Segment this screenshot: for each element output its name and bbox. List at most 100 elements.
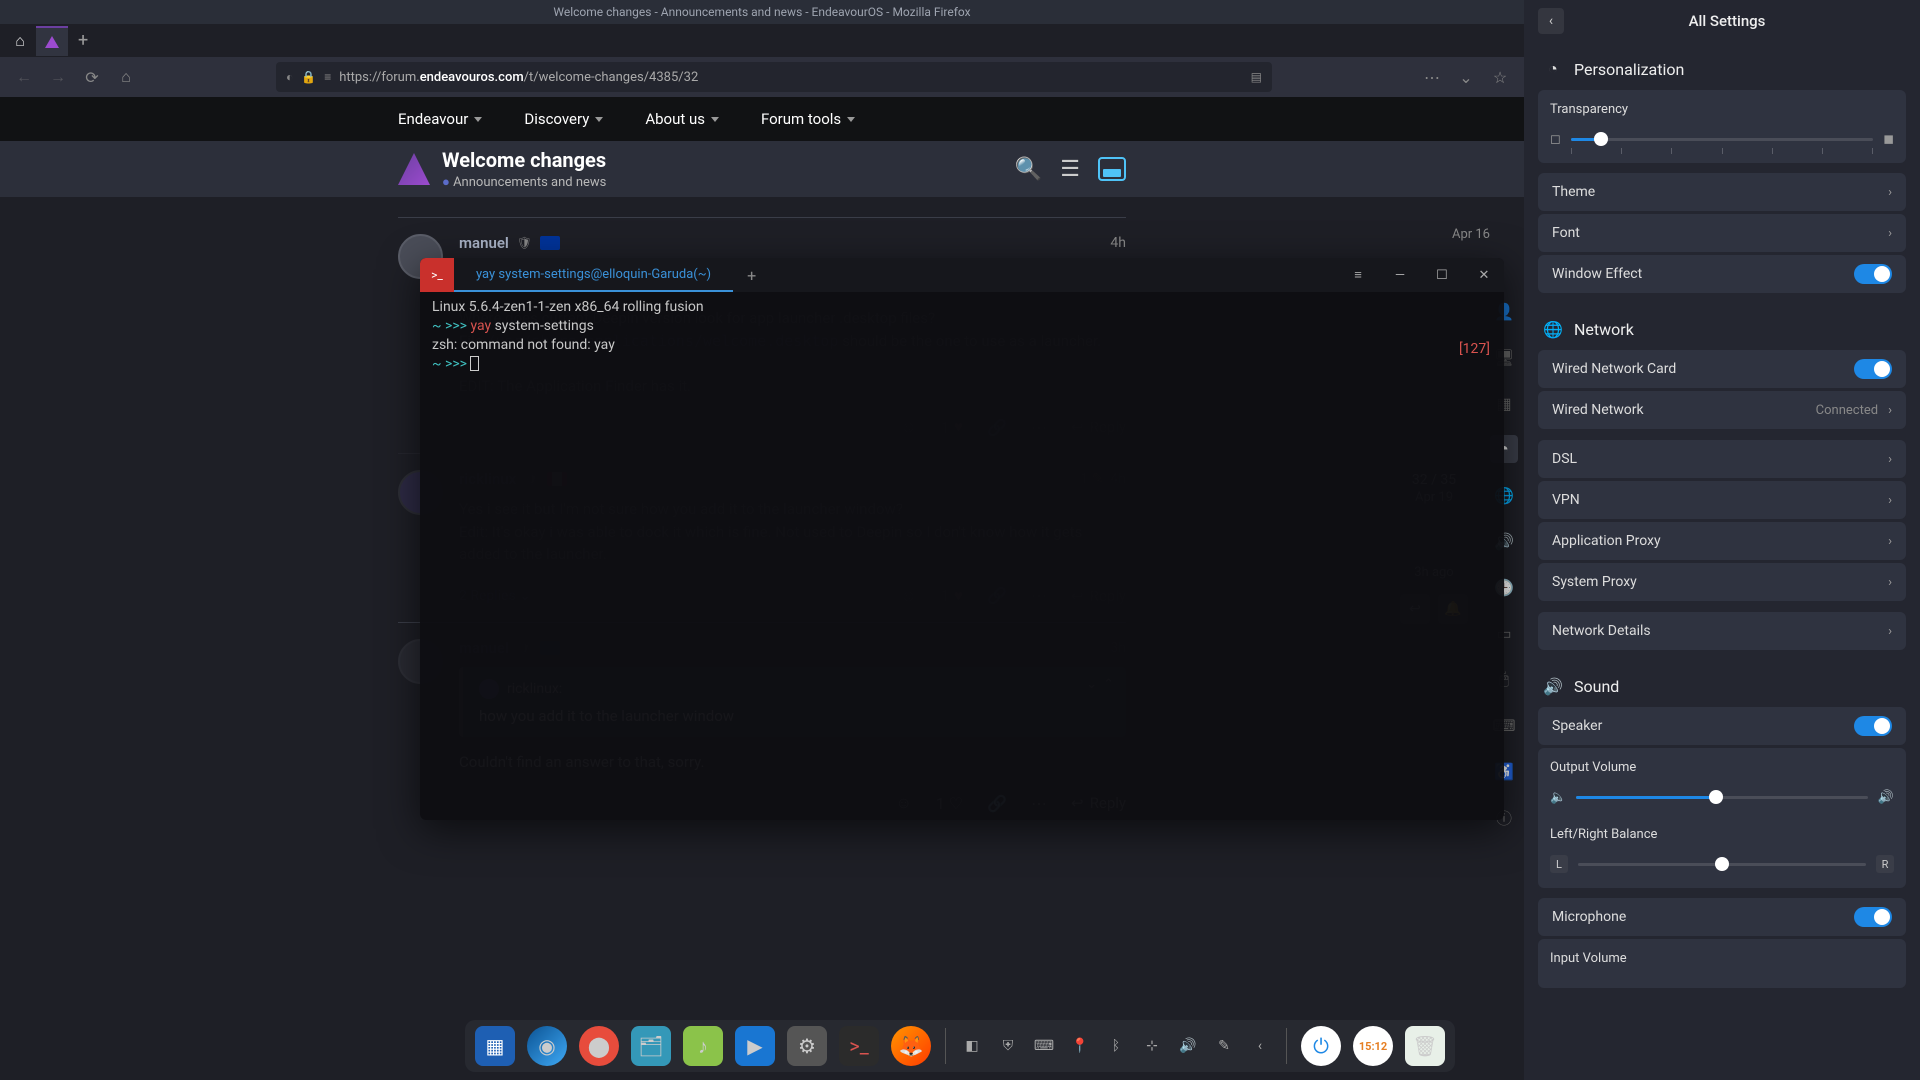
terminal-window[interactable]: >_ yay system-settings@elloquin-Garuda(~… (420, 258, 1504, 820)
forward-button[interactable]: → (44, 63, 72, 91)
window-effect-toggle[interactable] (1854, 264, 1892, 284)
volume-low-icon: 🔈 (1550, 790, 1566, 805)
url-bar[interactable]: ◐ 🔒 ≡ https://forum.endeavouros.com/t/we… (276, 62, 1272, 92)
post-time[interactable]: 4h (1110, 235, 1126, 251)
tab-home[interactable]: ⌂ (4, 26, 36, 56)
sound-section-icon: 🔊 (1542, 675, 1564, 697)
home-button[interactable]: ⌂ (112, 63, 140, 91)
shield-icon: ◐ (286, 70, 293, 84)
window-titlebar: Welcome changes - Announcements and news… (0, 0, 1524, 24)
hamburger-icon[interactable]: ☰ (1060, 157, 1080, 182)
logo-icon[interactable] (398, 153, 430, 185)
endeavouros-icon (45, 36, 59, 48)
settings-title: All Settings (1574, 12, 1880, 30)
tray-shield-icon[interactable]: ⛨ (996, 1034, 1020, 1058)
maximize-button[interactable]: ☐ (1422, 258, 1462, 292)
chevron-right-icon: › (1888, 624, 1892, 639)
network-details-row[interactable]: Network Details› (1538, 612, 1906, 650)
settings-icon[interactable]: ⚙ (787, 1026, 827, 1066)
wired-card-row: Wired Network Card (1538, 350, 1906, 388)
bookmark-star-icon[interactable]: ☆ (1486, 63, 1514, 91)
terminal-output[interactable]: Linux 5.6.4-zen1-1-zen x86_64 rolling fu… (420, 292, 1504, 380)
tray-edit-icon[interactable]: ✎ (1212, 1034, 1236, 1058)
transparency-slider[interactable]: ◻ ◼ (1550, 127, 1894, 151)
page-actions-button[interactable]: ⋯ (1418, 63, 1446, 91)
firefox-icon[interactable]: 🦊 (891, 1026, 931, 1066)
output-volume-slider[interactable]: 🔈 🔊 (1550, 785, 1894, 809)
vpn-row[interactable]: VPN› (1538, 481, 1906, 519)
shield-icon: 🛡 (517, 236, 532, 250)
topic-title[interactable]: Welcome changes (442, 148, 606, 172)
flag-eu-icon (540, 236, 560, 250)
nav-about[interactable]: About us (645, 110, 719, 128)
output-volume-card: Output Volume 🔈 🔊 Left/Right Balance L R (1538, 748, 1906, 888)
chevron-right-icon: › (1888, 452, 1892, 467)
top-nav: Endeavour Discovery About us Forum tools (0, 97, 1524, 141)
exit-code: [127] (1459, 340, 1490, 359)
dock-separator (1286, 1028, 1287, 1064)
reload-button[interactable]: ⟳ (78, 63, 106, 91)
deepin-icon[interactable]: ◉ (527, 1026, 567, 1066)
search-icon[interactable]: 🔍 (1015, 157, 1042, 182)
tray-volume-icon[interactable]: 🔊 (1176, 1034, 1200, 1058)
dock: ▦ ◉ ⬤ 🗂 ♪ ▶ ⚙ >_ 🦊 ◧ ⛨ ⌨ 📍 ᛒ ⊹ 🔊 ✎ ‹ ⏻ 1… (465, 1020, 1455, 1072)
power-button[interactable]: ⏻ (1301, 1026, 1341, 1066)
terminal-app-icon: >_ (420, 258, 454, 292)
tab-active[interactable] (36, 26, 68, 56)
compose-indicator-icon[interactable] (1098, 157, 1126, 181)
video-icon[interactable]: ▶ (735, 1026, 775, 1066)
system-proxy-row[interactable]: System Proxy› (1538, 563, 1906, 601)
reader-icon[interactable]: ▤ (1251, 70, 1262, 84)
new-tab-button[interactable]: + (68, 30, 98, 51)
terminal-tab[interactable]: yay system-settings@elloquin-Garuda(~) (454, 258, 733, 292)
personalization-section-icon: ◔ (1542, 58, 1564, 80)
microphone-row: Microphone (1538, 898, 1906, 936)
nav-discovery[interactable]: Discovery (524, 110, 603, 128)
microphone-toggle[interactable] (1854, 907, 1892, 927)
username[interactable]: manuel (459, 234, 509, 252)
music-icon[interactable]: ♪ (683, 1026, 723, 1066)
trash-icon[interactable]: 🗑 (1405, 1026, 1445, 1066)
balance-slider[interactable]: L R (1550, 852, 1894, 876)
terminal-dock-icon[interactable]: >_ (839, 1026, 879, 1066)
tray-location-icon[interactable]: 📍 (1068, 1034, 1092, 1058)
terminal-new-tab[interactable]: + (733, 266, 770, 285)
minimize-button[interactable]: — (1380, 258, 1420, 292)
tray-keyboard-icon[interactable]: ⌨ (1032, 1034, 1056, 1058)
theme-row[interactable]: Theme› (1538, 173, 1906, 211)
topic-category[interactable]: Announcements and news (442, 174, 606, 190)
settings-panel: ‹ All Settings ◔Personalization Transpar… (1524, 0, 1920, 1080)
launcher-icon[interactable]: ▦ (475, 1026, 515, 1066)
clock[interactable]: 15:12 (1353, 1026, 1393, 1066)
pocket-icon[interactable]: ⌄ (1452, 63, 1480, 91)
tab-strip: ⌂ + (0, 24, 1524, 57)
screenshot-icon[interactable]: ⬤ (579, 1026, 619, 1066)
nav-endeavour[interactable]: Endeavour (398, 110, 482, 128)
chevron-right-icon: › (1888, 226, 1892, 241)
close-button[interactable]: ✕ (1464, 258, 1504, 292)
wired-network-row[interactable]: Wired NetworkConnected› (1538, 391, 1906, 429)
permissions-icon: ≡ (324, 70, 331, 84)
window-title: Welcome changes - Announcements and news… (553, 5, 970, 19)
network-section-icon: 🌐 (1542, 318, 1564, 340)
dsl-row[interactable]: DSL› (1538, 440, 1906, 478)
back-button[interactable]: ← (10, 63, 38, 91)
files-icon[interactable]: 🗂 (631, 1026, 671, 1066)
nav-forum-tools[interactable]: Forum tools (761, 110, 855, 128)
transparency-card: Transparency ◻ ◼ (1538, 90, 1906, 163)
chevron-right-icon: › (1888, 185, 1892, 200)
balance-right-icon: R (1876, 855, 1894, 873)
font-row[interactable]: Font› (1538, 214, 1906, 252)
opacity-min-icon: ◻ (1550, 132, 1561, 147)
tray-usb-icon[interactable]: ⊹ (1140, 1034, 1164, 1058)
back-button[interactable]: ‹ (1538, 8, 1564, 34)
url-text: https://forum.endeavouros.com/t/welcome-… (339, 70, 1242, 85)
terminal-menu-icon[interactable]: ≡ (1338, 258, 1378, 292)
speaker-toggle[interactable] (1854, 716, 1892, 736)
tray-app-icon[interactable]: ◧ (960, 1034, 984, 1058)
wired-card-toggle[interactable] (1854, 359, 1892, 379)
opacity-max-icon: ◼ (1883, 132, 1894, 147)
app-proxy-row[interactable]: Application Proxy› (1538, 522, 1906, 560)
tray-bluetooth-icon[interactable]: ᛒ (1104, 1034, 1128, 1058)
tray-collapse-icon[interactable]: ‹ (1248, 1034, 1272, 1058)
